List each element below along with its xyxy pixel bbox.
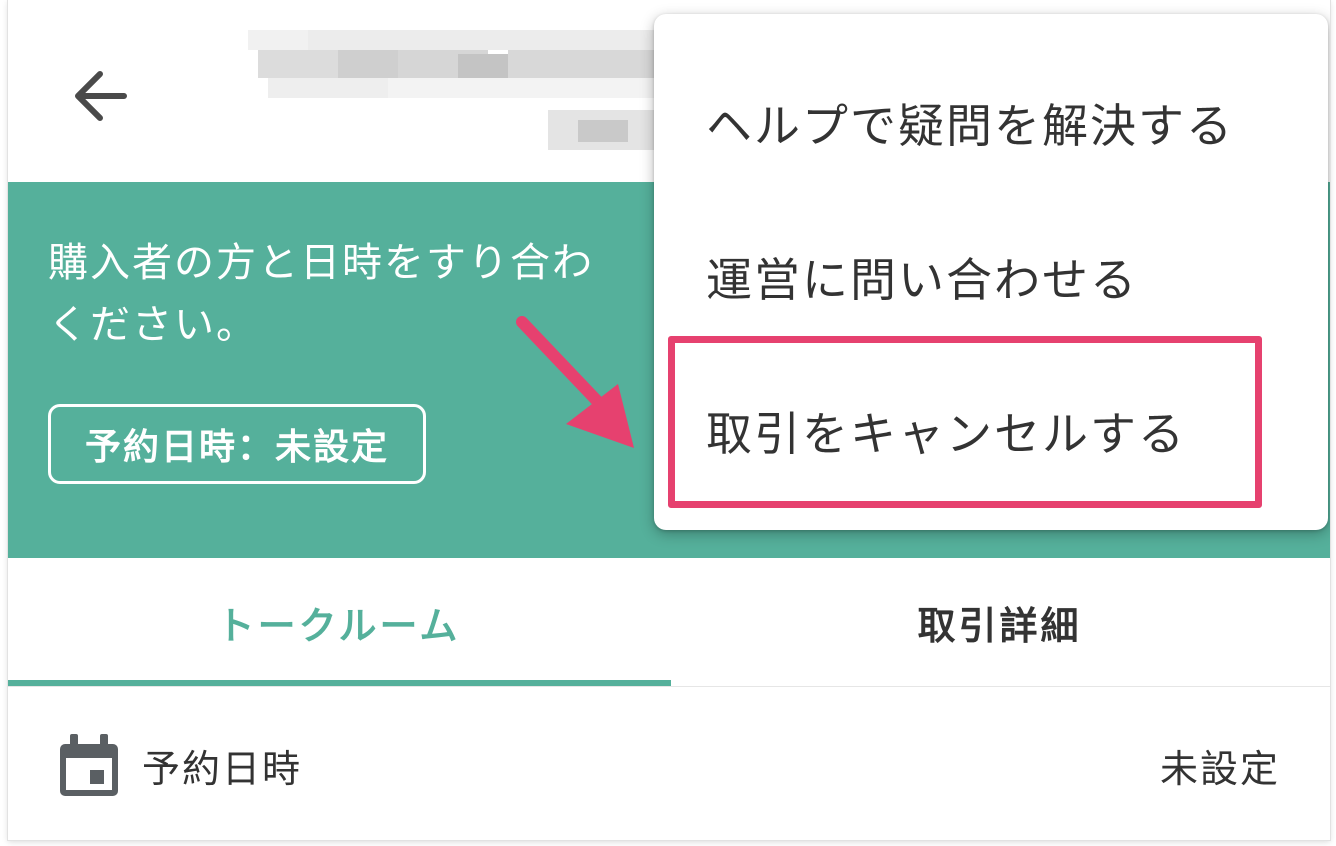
back-button[interactable] — [62, 58, 138, 134]
app-screen: 購入者の方と日時をすり合わ ください。 予約日時：未設定 トークルーム 取引詳細… — [8, 0, 1330, 840]
tab-transaction-details-label: 取引詳細 — [917, 603, 1082, 648]
reservation-value: 未設定 — [1159, 747, 1280, 791]
tab-talk-room-label: トークルーム — [216, 603, 461, 648]
blurred-title-image — [238, 24, 658, 160]
tab-talk-room[interactable]: トークルーム — [8, 558, 669, 686]
calendar-icon — [60, 734, 118, 796]
overflow-menu: ヘルプで疑問を解決する 運営に問い合わせる 取引をキャンセルする — [654, 14, 1328, 530]
reservation-label: 予約日時 — [142, 747, 303, 791]
active-tab-indicator — [8, 680, 671, 686]
annotation-arrow — [516, 316, 634, 448]
menu-item-help-label: ヘルプで疑問を解決する — [706, 99, 1234, 153]
reservation-info-row: 予約日時 未設定 — [8, 688, 1330, 840]
tab-transaction-details[interactable]: 取引詳細 — [669, 558, 1330, 686]
menu-item-contact-support-label: 運営に問い合わせる — [706, 253, 1138, 307]
menu-item-contact-support[interactable]: 運営に問い合わせる — [654, 202, 1328, 352]
tab-bar: トークルーム 取引詳細 — [8, 558, 1330, 687]
menu-item-cancel-transaction-label: 取引をキャンセルする — [706, 407, 1186, 461]
reservation-status-badge: 予約日時：未設定 — [48, 404, 426, 484]
menu-item-cancel-transaction[interactable]: 取引をキャンセルする — [654, 356, 1328, 506]
arrow-left-icon — [75, 71, 127, 121]
menu-item-help[interactable]: ヘルプで疑問を解決する — [654, 48, 1328, 198]
